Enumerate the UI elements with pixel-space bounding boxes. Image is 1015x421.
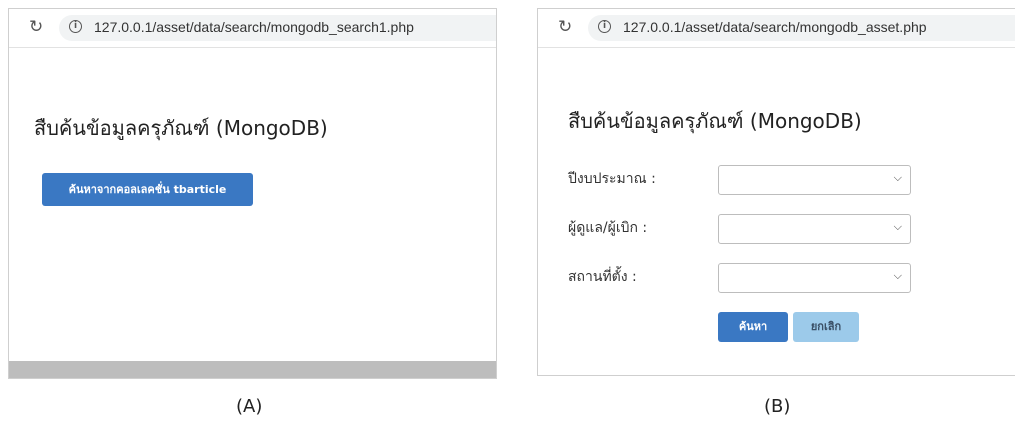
browser-window-b: ↻ i 127.0.0.1/asset/data/search/mongodb_… xyxy=(537,8,1015,376)
chevron-down-icon: ⌵ xyxy=(893,220,902,233)
url-text: 127.0.0.1/asset/data/search/mongodb_asse… xyxy=(623,19,927,35)
location-label: สถานที่ตั้ง : xyxy=(568,269,637,285)
url-field[interactable]: i 127.0.0.1/asset/data/search/mongodb_as… xyxy=(588,15,1015,41)
chevron-down-icon: ⌵ xyxy=(893,171,902,184)
chevron-down-icon: ⌵ xyxy=(893,269,902,282)
address-bar: ↻ i 127.0.0.1/asset/data/search/mongodb_… xyxy=(538,9,1015,48)
url-field[interactable]: i 127.0.0.1/asset/data/search/mongodb_se… xyxy=(59,15,496,41)
custodian-label: ผู้ดูแล/ผู้เบิก : xyxy=(568,220,648,236)
address-bar: ↻ i 127.0.0.1/asset/data/search/mongodb_… xyxy=(9,9,496,48)
info-icon[interactable]: i xyxy=(598,20,611,33)
page-title: สืบค้นข้อมูลครุภัณฑ์ (MongoDB) xyxy=(568,109,862,133)
search-button[interactable]: ค้นหา xyxy=(718,312,788,342)
custodian-select[interactable]: ⌵ xyxy=(718,214,911,244)
caption-a: (A) xyxy=(236,396,263,417)
budget-year-label: ปีงบประมาณ : xyxy=(568,171,656,187)
reload-icon[interactable]: ↻ xyxy=(29,17,43,37)
cancel-button[interactable]: ยกเลิก xyxy=(793,312,859,342)
search-collection-button[interactable]: ค้นหาจากคอลเลคชั่น tbarticle xyxy=(42,173,253,206)
caption-b: (B) xyxy=(764,396,791,417)
info-icon[interactable]: i xyxy=(69,20,82,33)
budget-year-select[interactable]: ⌵ xyxy=(718,165,911,195)
url-text: 127.0.0.1/asset/data/search/mongodb_sear… xyxy=(94,19,414,35)
browser-window-a: ↻ i 127.0.0.1/asset/data/search/mongodb_… xyxy=(8,8,497,379)
location-select[interactable]: ⌵ xyxy=(718,263,911,293)
page-title: สืบค้นข้อมูลครุภัณฑ์ (MongoDB) xyxy=(34,116,328,140)
reload-icon[interactable]: ↻ xyxy=(558,17,572,37)
horizontal-scrollbar[interactable] xyxy=(9,361,496,378)
